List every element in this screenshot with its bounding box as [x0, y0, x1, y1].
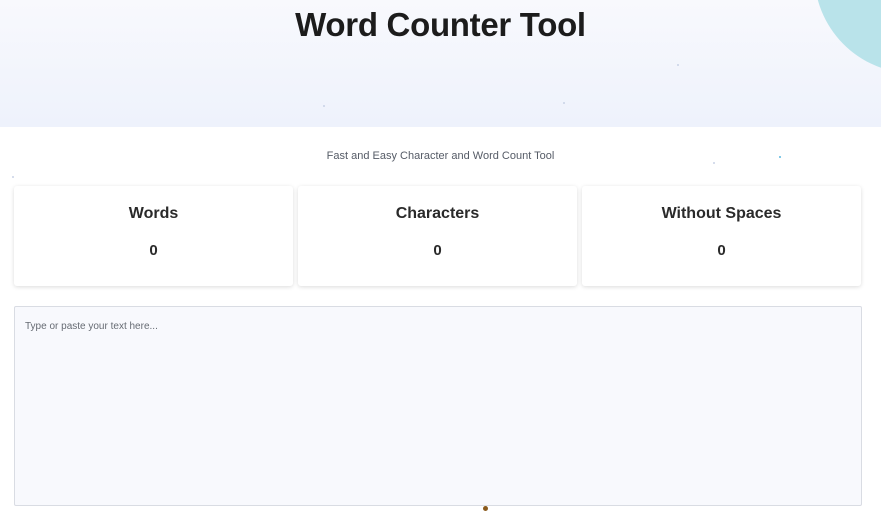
hero-banner: Word Counter Tool — [0, 0, 881, 127]
decorative-dot — [563, 102, 565, 104]
decorative-dot — [323, 105, 325, 107]
text-input[interactable] — [14, 306, 862, 506]
decorative-dot — [677, 64, 679, 66]
stat-label: Words — [128, 205, 179, 222]
stat-label: Characters — [395, 205, 480, 222]
scroll-indicator — [483, 506, 488, 511]
stats-panel: Words 0 Characters 0 Without Spaces 0 — [14, 186, 861, 286]
stat-label: Without Spaces — [661, 205, 782, 222]
stat-value: 0 — [717, 242, 726, 259]
stat-value: 0 — [149, 242, 158, 259]
page-subtitle: Fast and Easy Character and Word Count T… — [326, 150, 555, 162]
page-title: Word Counter Tool — [295, 6, 586, 43]
decorative-dot — [713, 162, 715, 164]
stat-card-characters: Characters 0 — [298, 186, 577, 286]
stat-card-words: Words 0 — [14, 186, 293, 286]
stat-card-without-spaces: Without Spaces 0 — [582, 186, 861, 286]
stat-value: 0 — [433, 242, 442, 259]
decorative-dot — [12, 176, 14, 178]
